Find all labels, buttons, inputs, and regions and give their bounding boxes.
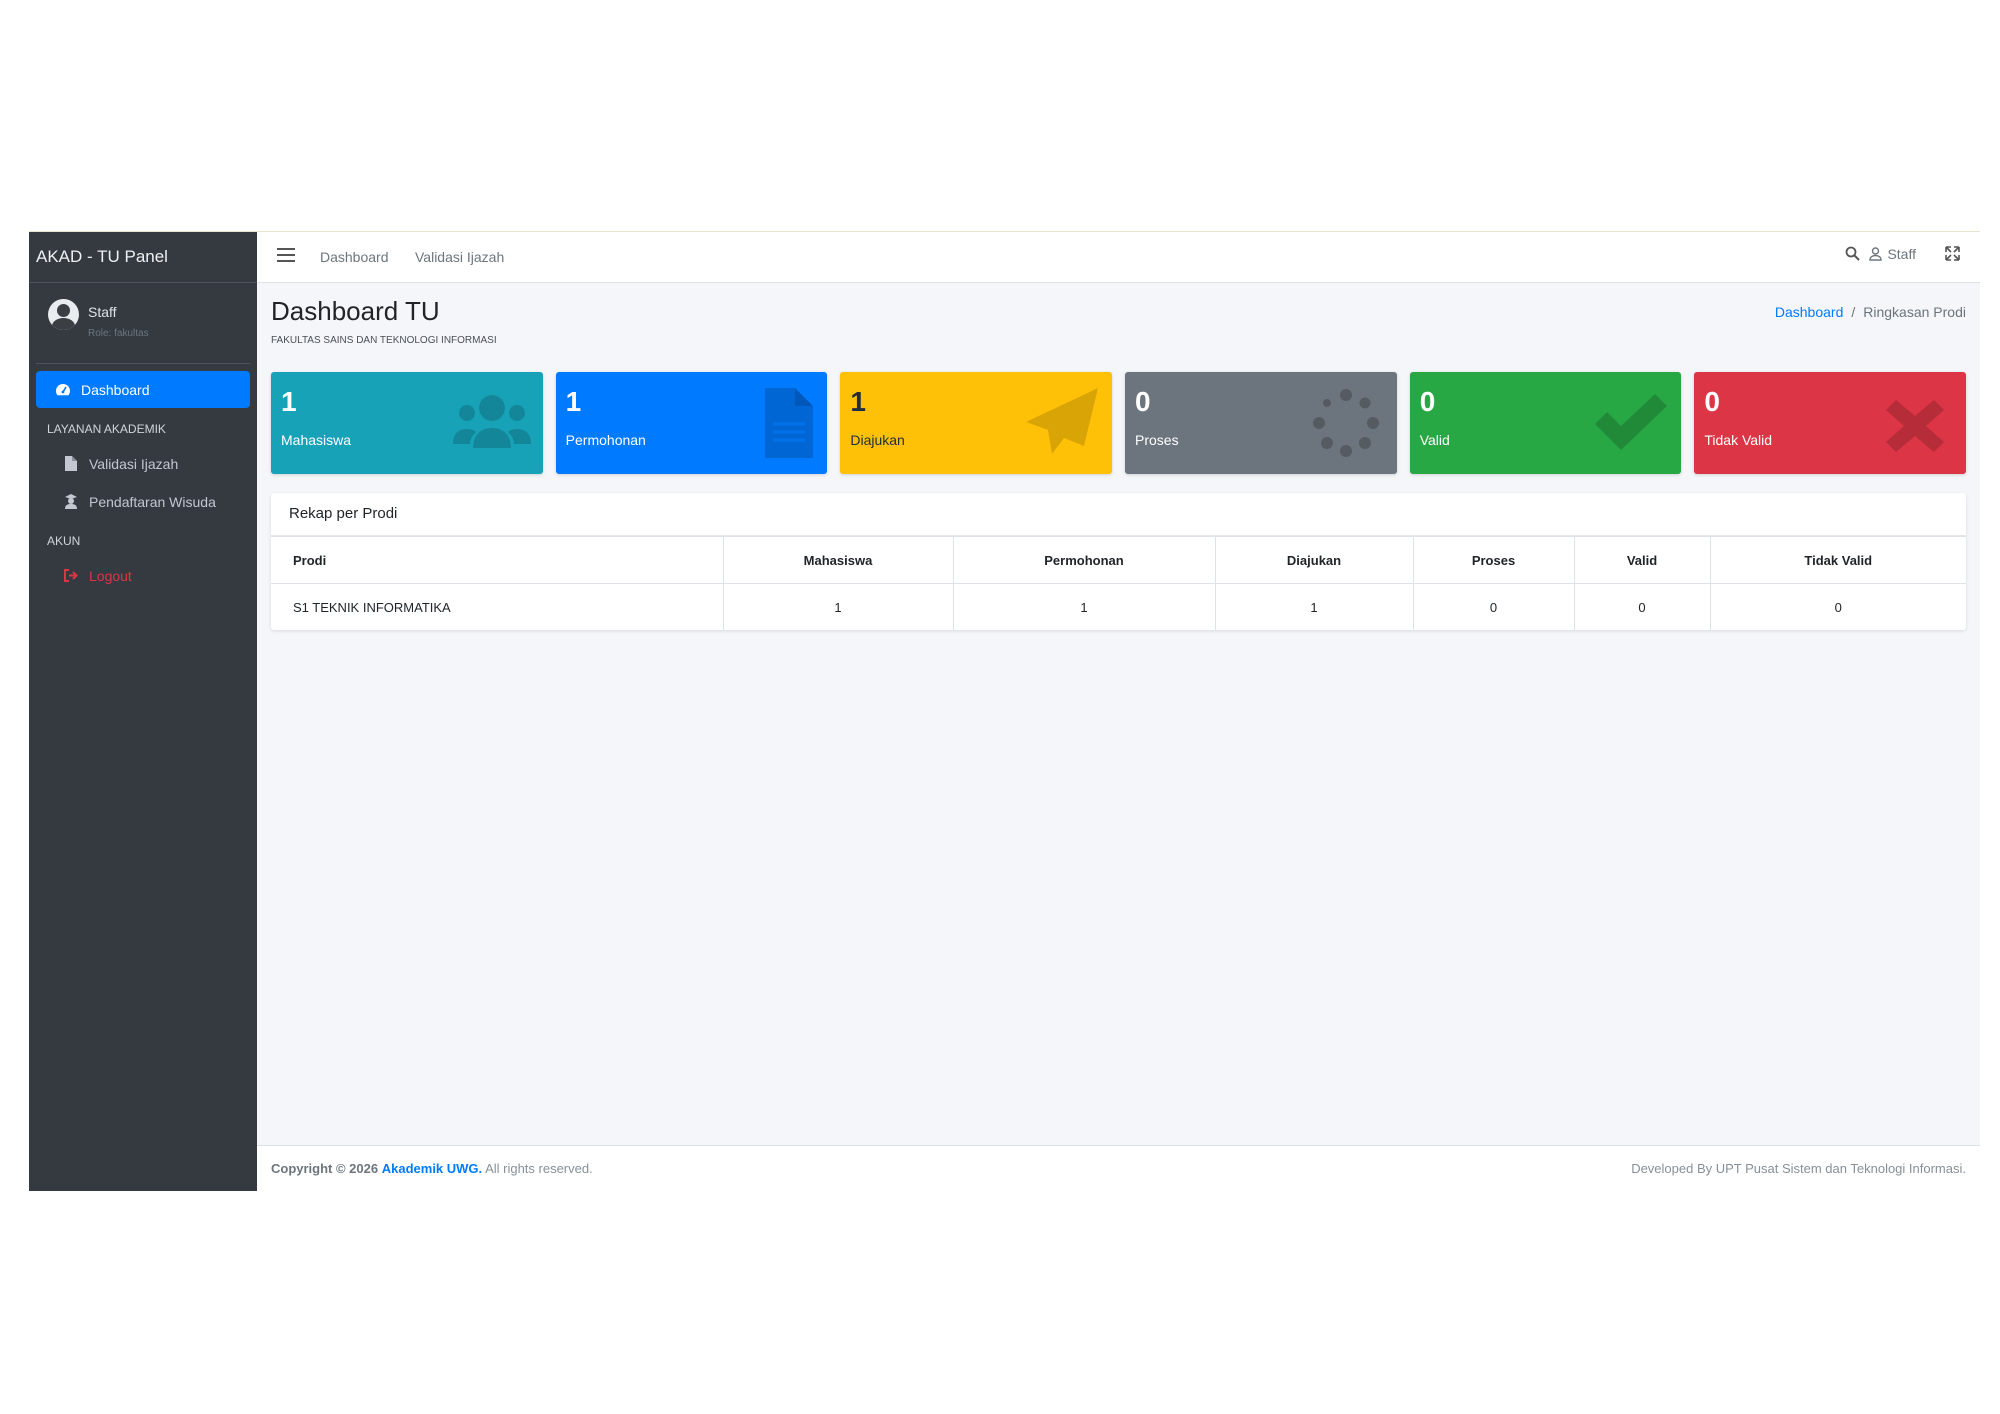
sidebar-item-dashboard[interactable]: Dashboard: [36, 371, 250, 408]
stat-label: Permohonan: [565, 432, 646, 448]
sidebar-item-label: Dashboard: [81, 381, 150, 398]
copyright-text: Copyright © 2026: [271, 1161, 379, 1176]
column-header: Proses: [1412, 536, 1575, 584]
stat-value: 0: [1419, 386, 1436, 417]
stat-label: Mahasiswa: [281, 432, 352, 448]
breadcrumb-home-link[interactable]: Dashboard: [1775, 304, 1844, 320]
page-title: Dashboard TU: [271, 296, 440, 326]
table-cell: 1: [722, 583, 954, 630]
sidebar: AKAD - TU Panel Staff Role: fakultas Das…: [29, 232, 257, 1191]
column-header: Diajukan: [1214, 536, 1414, 584]
recap-panel: Rekap per Prodi Prodi Mahasiswa Permohon…: [271, 493, 1966, 630]
sidebar-item-label: Logout: [89, 567, 132, 584]
stat-cards: 1 Mahasiswa 1 Permohonan 1 Diajukan 0 Pr…: [271, 372, 1967, 474]
file-icon: [62, 456, 80, 472]
footer: Copyright © 2026 Akademik UWG. All right…: [257, 1145, 1980, 1191]
stat-label: Proses: [1135, 432, 1179, 448]
table-row: S1 TEKNIK INFORMATIKA 1 1 1 0 0 0: [271, 583, 1966, 630]
top-link-validasi-ijazah[interactable]: Validasi Ijazah: [415, 249, 504, 265]
main-area: Dashboard Validasi Ijazah Staff Dashboar…: [257, 232, 1980, 1191]
footer-developer: Developed By UPT Pusat Sistem dan Teknol…: [1631, 1161, 1966, 1176]
stat-value: 0: [1704, 386, 1720, 417]
sidebar-item-label: Validasi Ijazah: [89, 455, 179, 472]
fullscreen-button[interactable]: [1945, 246, 1960, 264]
stat-value: 1: [850, 386, 866, 417]
sidebar-item-validasi-ijazah[interactable]: Validasi Ijazah: [36, 445, 250, 482]
column-header: Permohonan: [952, 536, 1216, 584]
stat-card-valid[interactable]: 0 Valid: [1409, 372, 1682, 474]
stat-label: Valid: [1419, 432, 1450, 448]
table-header-row: Prodi Mahasiswa Permohonan Diajukan Pros…: [271, 536, 1966, 584]
table-cell: 1: [1214, 583, 1414, 630]
user-name[interactable]: Staff: [88, 304, 117, 320]
breadcrumb-current: Ringkasan Prodi: [1863, 304, 1966, 320]
sidebar-item-label: Pendaftaran Wisuda: [89, 493, 216, 510]
table-cell: 0: [1573, 583, 1711, 630]
stat-value: 1: [565, 386, 582, 417]
user-menu[interactable]: Staff: [1869, 246, 1916, 262]
sign-out-icon: [62, 568, 80, 584]
sidebar-nav: Dashboard LAYANAN AKADEMIK Validasi Ijaz…: [29, 364, 257, 594]
recap-table: Prodi Mahasiswa Permohonan Diajukan Pros…: [271, 536, 1966, 630]
paper-plane-icon: [1026, 388, 1099, 454]
stat-card-proses[interactable]: 0 Proses: [1125, 372, 1397, 474]
user-icon: [1869, 247, 1883, 261]
table-cell: 1: [952, 583, 1216, 630]
stat-label: Tidak Valid: [1704, 432, 1773, 448]
stat-card-diajukan[interactable]: 1 Diajukan: [840, 372, 1113, 474]
nav-header-akademik: LAYANAN AKADEMIK: [47, 422, 166, 436]
graduate-icon: [62, 494, 80, 510]
stat-value: 0: [1135, 386, 1151, 417]
top-link-dashboard[interactable]: Dashboard: [320, 249, 389, 265]
column-header: Valid: [1573, 536, 1711, 584]
sidebar-item-logout[interactable]: Logout: [36, 557, 250, 594]
page-subtitle: FAKULTAS SAINS DAN TEKNOLOGI INFORMASI: [271, 335, 497, 346]
stat-label: Diajukan: [850, 432, 905, 448]
column-header: Prodi: [271, 536, 724, 584]
brand-title[interactable]: AKAD - TU Panel: [29, 232, 257, 283]
footer-copyright: Copyright © 2026 Akademik UWG. All right…: [271, 1161, 593, 1176]
app-window: AKAD - TU Panel Staff Role: fakultas Das…: [29, 231, 1980, 1191]
spinner-icon: [1312, 389, 1379, 457]
nav-header-akun: AKUN: [47, 534, 81, 548]
users-icon: [452, 395, 531, 448]
search-icon: [1845, 246, 1860, 264]
document-icon: [765, 388, 814, 458]
table-cell: S1 TEKNIK INFORMATIKA: [271, 583, 724, 630]
column-header: Tidak Valid: [1709, 536, 1966, 584]
stat-card-tidak-valid[interactable]: 0 Tidak Valid: [1694, 372, 1967, 474]
column-header: Mahasiswa: [722, 536, 954, 584]
sidebar-item-pendaftaran-wisuda[interactable]: Pendaftaran Wisuda: [36, 483, 250, 520]
tachometer-icon: [54, 382, 72, 398]
avatar[interactable]: [48, 299, 79, 330]
breadcrumb: Dashboard / Ringkasan Prodi: [1774, 304, 1966, 320]
table-cell: 0: [1412, 583, 1575, 630]
user-menu-label: Staff: [1887, 246, 1916, 262]
footer-brand-link[interactable]: Akademik UWG.: [382, 1161, 482, 1176]
user-panel: Staff Role: fakultas: [36, 283, 250, 364]
stat-card-mahasiswa[interactable]: 1 Mahasiswa: [271, 372, 543, 474]
rights-text: All rights reserved.: [485, 1161, 593, 1176]
stat-value: 1: [281, 386, 297, 417]
search-button[interactable]: [1845, 246, 1860, 264]
times-icon: [1886, 400, 1945, 452]
stat-card-permohonan[interactable]: 1 Permohonan: [555, 372, 828, 474]
user-role: Role: fakultas: [88, 328, 149, 339]
check-icon: [1595, 394, 1668, 450]
recap-title: Rekap per Prodi: [271, 493, 1966, 536]
top-navbar: Dashboard Validasi Ijazah Staff: [257, 232, 1980, 283]
table-cell: 0: [1709, 583, 1966, 630]
expand-icon: [1945, 246, 1960, 264]
hamburger-menu-icon[interactable]: [277, 248, 295, 264]
